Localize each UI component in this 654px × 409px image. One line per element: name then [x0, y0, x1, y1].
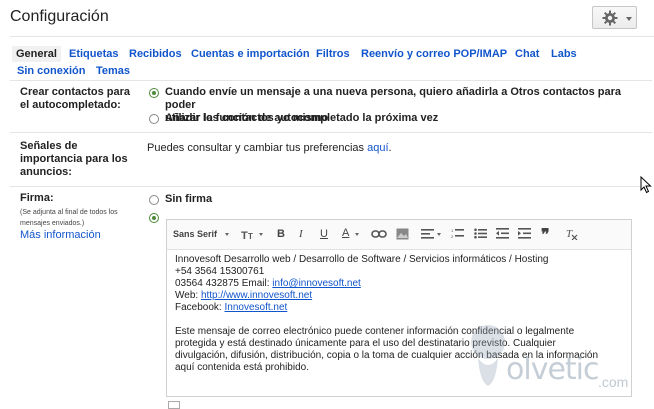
- signature-note: (Se adjunta al final de todos los mensaj…: [20, 209, 118, 227]
- link-icon[interactable]: [371, 229, 387, 239]
- section-divider: [10, 132, 652, 133]
- align-icon[interactable]: [421, 229, 434, 239]
- mouse-cursor-icon: [640, 176, 652, 194]
- disclaimer-line: Este mensaje de correo electrónico puede…: [175, 326, 575, 337]
- solvetic-logo-icon: [471, 325, 505, 386]
- tab-general[interactable]: General: [12, 46, 61, 62]
- signature-line: Facebook: Innovesoft.net: [175, 302, 288, 313]
- header-divider: [10, 36, 654, 37]
- tab-sin-conexion[interactable]: Sin conexión: [17, 63, 85, 79]
- tab-labs[interactable]: Labs: [551, 46, 577, 62]
- bulleted-list-icon[interactable]: [474, 228, 487, 239]
- email-link[interactable]: info@innovesoft.net: [272, 278, 361, 289]
- numbered-list-icon[interactable]: 12: [451, 228, 464, 239]
- chevron-down-icon: [225, 233, 229, 236]
- tab-temas[interactable]: Temas: [96, 63, 130, 79]
- image-icon[interactable]: [396, 228, 409, 240]
- autocomplete-label: Crear contactos para el autocompletado:: [20, 86, 131, 111]
- svg-text:T: T: [241, 230, 248, 240]
- signature-line: Web: http://www.innovesoft.net: [175, 290, 313, 301]
- font-family-select[interactable]: Sans Serif: [173, 229, 217, 239]
- tab-cuentas[interactable]: Cuentas e importación: [191, 46, 310, 62]
- text-color-icon[interactable]: A: [342, 227, 349, 239]
- web-link[interactable]: http://www.innovesoft.net: [201, 290, 312, 301]
- svg-text:T: T: [566, 228, 573, 240]
- signature-line: +54 3564 15300761: [175, 266, 265, 277]
- tab-reenvio[interactable]: Reenvío y correo POP/IMAP: [361, 46, 507, 62]
- importance-link[interactable]: aquí: [367, 142, 388, 154]
- more-info-link[interactable]: Más información: [20, 229, 101, 241]
- chevron-down-icon: [626, 17, 632, 21]
- signature-label: Firma:: [20, 192, 54, 204]
- no-signature-radio[interactable]: [149, 195, 159, 205]
- autocomplete-manual-option: Añadir los contactos yo mismo: [165, 112, 329, 124]
- autocomplete-manual-radio[interactable]: [149, 114, 159, 124]
- tab-etiquetas[interactable]: Etiquetas: [69, 46, 119, 62]
- chevron-down-icon: [355, 233, 359, 236]
- quote-icon[interactable]: ❞: [541, 225, 550, 245]
- gear-icon: [602, 10, 618, 26]
- svg-text:T: T: [248, 232, 253, 240]
- settings-menu-button[interactable]: [592, 6, 637, 29]
- no-signature-option: Sin firma: [165, 193, 213, 205]
- importance-label: Señales de importancia para los anuncios…: [20, 140, 128, 178]
- page-title: Configuración: [10, 8, 109, 25]
- format-toolbar: Sans Serif TT B I U A 12 ❞ T: [167, 220, 631, 250]
- disclaimer-line: protegida y está destinado únicamente pa…: [175, 338, 556, 349]
- svg-text:2: 2: [451, 234, 454, 239]
- watermark-text: olvetic: [506, 352, 599, 387]
- signature-line: Innovesoft Desarrollo web / Desarrollo d…: [175, 254, 549, 265]
- importance-text: Puedes consultar y cambiar tus preferenc…: [147, 142, 392, 154]
- font-size-icon[interactable]: TT: [241, 228, 257, 240]
- checkbox[interactable]: [168, 401, 180, 409]
- indent-less-icon[interactable]: [496, 228, 509, 239]
- underline-icon[interactable]: U: [320, 228, 328, 240]
- watermark-suffix: .com: [598, 374, 629, 390]
- tab-recibidos[interactable]: Recibidos: [129, 46, 182, 62]
- section-divider: [10, 80, 652, 81]
- svg-text:1: 1: [451, 228, 454, 233]
- tab-chat[interactable]: Chat: [515, 46, 539, 62]
- section-divider: [10, 186, 652, 187]
- chevron-down-icon: [259, 233, 263, 236]
- autocomplete-auto-radio[interactable]: [149, 88, 159, 98]
- remove-formatting-icon[interactable]: T: [565, 227, 578, 240]
- facebook-link[interactable]: Innovesoft.net: [224, 302, 287, 313]
- custom-signature-radio[interactable]: [149, 213, 159, 223]
- indent-more-icon[interactable]: [518, 228, 531, 239]
- tab-filtros[interactable]: Filtros: [316, 46, 350, 62]
- signature-line: 03564 432875 Email: info@innovesoft.net: [175, 278, 361, 289]
- italic-icon[interactable]: I: [299, 228, 303, 240]
- bold-icon[interactable]: B: [277, 228, 285, 240]
- chevron-down-icon: [437, 233, 441, 236]
